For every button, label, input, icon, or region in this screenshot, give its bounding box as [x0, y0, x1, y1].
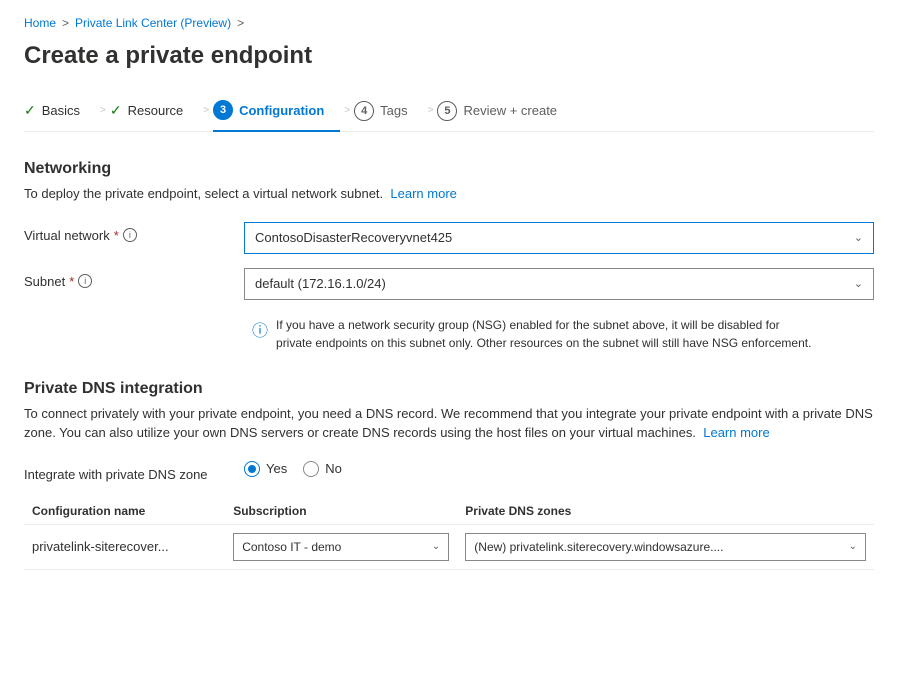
subnet-control: default (172.16.1.0/24) ⌄ ⓘ If you have …: [244, 268, 874, 360]
dns-zone-select[interactable]: (New) privatelink.siterecovery.windowsaz…: [465, 533, 866, 561]
step-resource-label: Resource: [128, 103, 184, 118]
networking-desc-text: To deploy the private endpoint, select a…: [24, 186, 383, 201]
required-star: *: [114, 228, 119, 243]
step-basics[interactable]: ✓ Basics: [24, 92, 96, 129]
dns-zone-cell: (New) privatelink.siterecovery.windowsaz…: [457, 524, 874, 569]
dns-description: To connect privately with your private e…: [24, 404, 874, 443]
dns-integrate-control: Yes No: [244, 461, 874, 477]
step-basics-check: ✓: [24, 102, 36, 119]
subnet-value: default (172.16.1.0/24): [255, 276, 386, 291]
step-sep-2: >: [199, 105, 213, 116]
networking-description: To deploy the private endpoint, select a…: [24, 184, 874, 204]
dns-radio-group: Yes No: [244, 461, 874, 477]
step-sep-4: >: [424, 105, 438, 116]
wizard-steps: ✓ Basics > ✓ Resource > 3 Configuration …: [24, 90, 874, 132]
subnet-chevron: ⌄: [854, 277, 863, 290]
dns-no-radio[interactable]: [303, 461, 319, 477]
networking-title: Networking: [24, 160, 874, 178]
step-sep-3: >: [340, 105, 354, 116]
dns-integrate-row: Integrate with private DNS zone Yes No: [24, 461, 874, 482]
dns-no-option[interactable]: No: [303, 461, 342, 477]
subnet-row: Subnet * i default (172.16.1.0/24) ⌄ ⓘ I…: [24, 268, 874, 360]
nsg-notice-text: If you have a network security group (NS…: [276, 316, 816, 352]
virtual-network-select[interactable]: ContosoDisasterRecoveryvnet425 ⌄: [244, 222, 874, 254]
step-review[interactable]: 5 Review + create: [437, 91, 573, 131]
dns-no-label: No: [325, 461, 342, 476]
subnet-required-star: *: [69, 274, 74, 289]
subnet-info-icon[interactable]: i: [78, 274, 92, 288]
virtual-network-value: ContosoDisasterRecoveryvnet425: [255, 230, 452, 245]
dns-subscription-select[interactable]: Contoso IT - demo ⌄: [233, 533, 449, 561]
breadcrumb-sep2: >: [237, 16, 244, 30]
subnet-select[interactable]: default (172.16.1.0/24) ⌄: [244, 268, 874, 300]
dns-table: Configuration name Subscription Private …: [24, 498, 874, 570]
dns-learn-more[interactable]: Learn more: [703, 425, 769, 440]
step-resource[interactable]: ✓ Resource: [110, 92, 199, 129]
step-tags-label: Tags: [380, 103, 407, 118]
dns-yes-option[interactable]: Yes: [244, 461, 287, 477]
step-tags-num: 4: [354, 101, 374, 121]
dns-integrate-label: Integrate with private DNS zone: [24, 461, 244, 482]
step-configuration-num: 3: [213, 100, 233, 120]
step-tags[interactable]: 4 Tags: [354, 91, 423, 131]
step-configuration-label: Configuration: [239, 103, 324, 118]
breadcrumb: Home > Private Link Center (Preview) >: [24, 16, 874, 30]
dns-col-config: Configuration name: [24, 498, 225, 525]
step-review-label: Review + create: [463, 103, 557, 118]
dns-zone-chevron: ⌄: [849, 541, 857, 552]
networking-learn-more[interactable]: Learn more: [390, 186, 456, 201]
dns-subscription-chevron: ⌄: [432, 541, 440, 552]
dns-zone-value: (New) privatelink.siterecovery.windowsaz…: [474, 540, 723, 554]
step-review-num: 5: [437, 101, 457, 121]
dns-yes-radio[interactable]: [244, 461, 260, 477]
page-title: Create a private endpoint: [24, 42, 874, 70]
dns-title: Private DNS integration: [24, 380, 874, 398]
dns-subscription-cell: Contoso IT - demo ⌄: [225, 524, 457, 569]
virtual-network-info-icon[interactable]: i: [123, 228, 137, 242]
step-basics-label: Basics: [42, 103, 80, 118]
step-sep-1: >: [96, 105, 110, 116]
step-configuration[interactable]: 3 Configuration: [213, 90, 340, 132]
virtual-network-control: ContosoDisasterRecoveryvnet425 ⌄: [244, 222, 874, 254]
table-row: privatelink-siterecover... Contoso IT - …: [24, 524, 874, 569]
breadcrumb-private-link[interactable]: Private Link Center (Preview): [75, 16, 231, 30]
dns-subscription-value: Contoso IT - demo: [242, 540, 341, 554]
breadcrumb-sep1: >: [62, 16, 69, 30]
subnet-label: Subnet * i: [24, 268, 244, 289]
dns-yes-label: Yes: [266, 461, 287, 476]
virtual-network-label: Virtual network * i: [24, 222, 244, 243]
breadcrumb-home[interactable]: Home: [24, 16, 56, 30]
virtual-network-chevron: ⌄: [854, 231, 863, 244]
dns-col-subscription: Subscription: [225, 498, 457, 525]
nsg-info-icon: ⓘ: [252, 317, 268, 352]
step-resource-check: ✓: [110, 102, 122, 119]
nsg-notice: ⓘ If you have a network security group (…: [244, 308, 824, 360]
dns-config-name: privatelink-siterecover...: [24, 524, 225, 569]
networking-section: Networking To deploy the private endpoin…: [24, 160, 874, 360]
virtual-network-row: Virtual network * i ContosoDisasterRecov…: [24, 222, 874, 254]
dns-col-zones: Private DNS zones: [457, 498, 874, 525]
dns-section: Private DNS integration To connect priva…: [24, 380, 874, 570]
